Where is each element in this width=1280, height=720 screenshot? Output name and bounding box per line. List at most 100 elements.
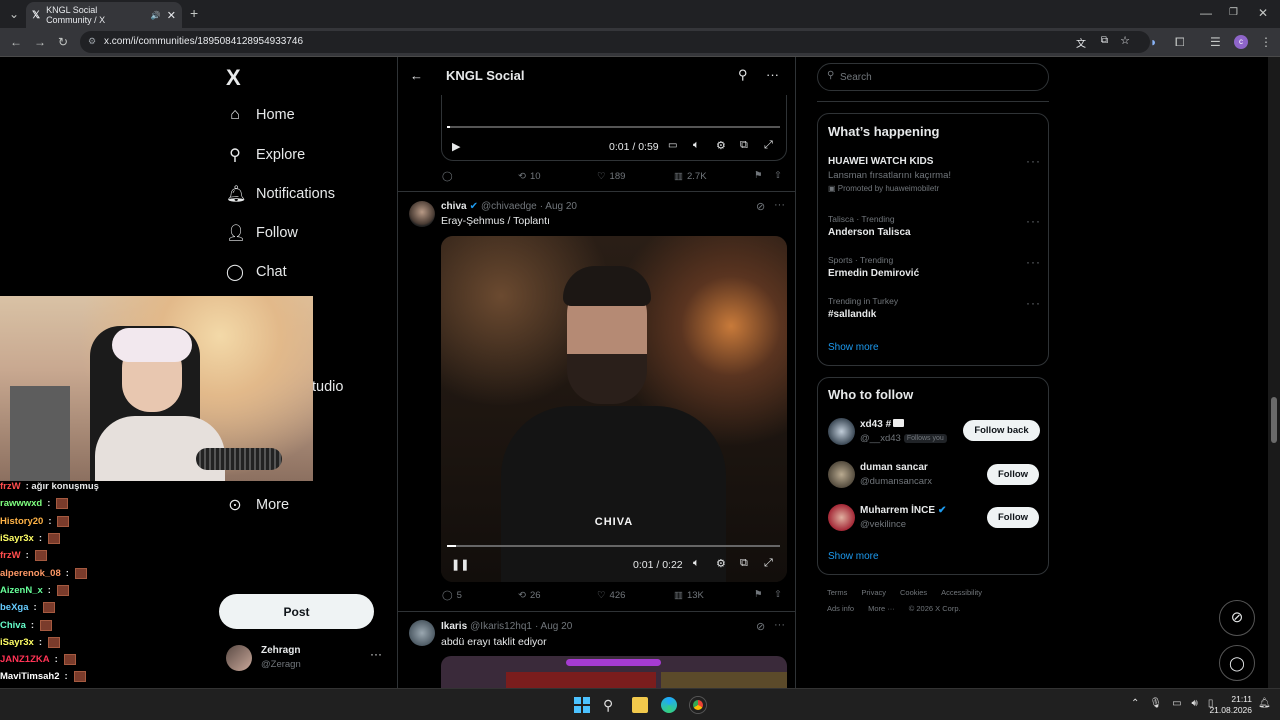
- nav-explore[interactable]: ⚲ Explore: [226, 145, 305, 165]
- tweet-author-handle[interactable]: @Ikaris12hq1: [470, 621, 532, 632]
- footer-link[interactable]: More ···: [868, 604, 895, 613]
- file-explorer-icon[interactable]: [632, 697, 648, 713]
- trend-item[interactable]: Talisca · Trending Anderson Talisca: [828, 214, 911, 238]
- nav-follow[interactable]: 👤︎ Follow: [226, 223, 298, 243]
- video-progress-track[interactable]: [447, 126, 780, 128]
- repost-button[interactable]: ⟲ 26: [518, 590, 541, 601]
- fullscreen-icon[interactable]: ⤢: [764, 557, 773, 570]
- play-icon[interactable]: ▶: [452, 140, 460, 153]
- more-icon[interactable]: ···: [1026, 154, 1041, 168]
- minimize-icon[interactable]: —: [1200, 7, 1212, 19]
- new-tab-button[interactable]: +: [190, 6, 198, 20]
- nav-notifications[interactable]: 🔔︎ Notifications: [226, 184, 335, 204]
- tab-close-icon[interactable]: ✕: [167, 9, 176, 22]
- start-icon[interactable]: [574, 697, 590, 713]
- suggestion-name[interactable]: duman sancar: [860, 462, 928, 473]
- tweet-date[interactable]: · Aug 20: [540, 201, 577, 212]
- volume-icon[interactable]: 🔊︎: [1192, 698, 1198, 709]
- pip-icon[interactable]: ⧉: [740, 139, 748, 152]
- grok-floating-button[interactable]: ⊘: [1219, 600, 1255, 636]
- chrome-menu-icon[interactable]: ⋮: [1260, 36, 1272, 48]
- bookmark-icon[interactable]: ⚑: [754, 170, 763, 181]
- messages-floating-button[interactable]: ◯: [1219, 645, 1255, 681]
- grok-icon[interactable]: ⊘: [756, 200, 765, 213]
- microphone-icon[interactable]: 🎙︎: [1149, 698, 1162, 709]
- bookmark-icon[interactable]: ⚑: [754, 589, 763, 600]
- footer-link[interactable]: Cookies: [900, 588, 927, 597]
- nav-studio-partial[interactable]: tudio: [312, 379, 343, 395]
- translate-icon[interactable]: 文: [1076, 35, 1086, 50]
- search-icon[interactable]: ⚲: [603, 697, 619, 713]
- nav-more[interactable]: ⊙ More: [226, 495, 289, 515]
- extension-icon[interactable]: ◗: [1150, 36, 1157, 48]
- tweet[interactable]: Ikaris @Ikaris12hq1 · Aug 20 ⊘ ··· abdü …: [398, 612, 795, 688]
- more-icon[interactable]: ···: [1026, 296, 1041, 310]
- reply-button[interactable]: ◯: [442, 171, 457, 182]
- repost-button[interactable]: ⟲ 10: [518, 171, 541, 182]
- tweet-author-name[interactable]: chiva: [441, 201, 467, 212]
- chevron-up-icon[interactable]: ⌃: [1131, 698, 1139, 709]
- profile-avatar[interactable]: c: [1234, 35, 1248, 49]
- like-button[interactable]: ♡ 189: [597, 171, 625, 182]
- follow-back-button[interactable]: Follow back: [963, 420, 1040, 441]
- captions-icon[interactable]: ▭: [668, 140, 677, 151]
- scrollbar-thumb[interactable]: [1271, 397, 1277, 443]
- video-progress-track[interactable]: [447, 545, 780, 547]
- avatar[interactable]: [409, 620, 435, 646]
- follow-button[interactable]: Follow: [987, 507, 1039, 528]
- fullscreen-icon[interactable]: ⤢: [764, 139, 773, 152]
- nav-home[interactable]: ⌂ Home: [226, 106, 295, 124]
- views-button[interactable]: ▥ 13K: [674, 590, 704, 601]
- more-icon[interactable]: ···: [774, 619, 785, 631]
- settings-icon[interactable]: ⚙: [716, 557, 726, 570]
- account-switcher[interactable]: Zehragn @Zeragn ···: [226, 643, 396, 673]
- pause-icon[interactable]: ❚❚: [451, 558, 469, 571]
- volume-icon[interactable]: 🔈︎: [693, 139, 700, 152]
- video-player[interactable]: CHIVA ❚❚ 0:01 / 0:22 🔈︎ ⚙ ⧉ ⤢: [441, 236, 787, 582]
- url-input[interactable]: ⚙ x.com/i/communities/189508412895493374…: [80, 31, 1150, 53]
- more-icon[interactable]: ···: [774, 199, 785, 211]
- footer-link[interactable]: Ads info: [827, 604, 854, 613]
- clock[interactable]: 21:11 21.08.2026: [1206, 694, 1252, 716]
- nav-chat[interactable]: ◯ Chat: [226, 262, 287, 282]
- notification-bell-icon[interactable]: 🔔︎: [1258, 698, 1271, 709]
- bookmark-star-icon[interactable]: ☆: [1120, 34, 1130, 47]
- tweet-media[interactable]: [441, 656, 787, 688]
- tab-search-icon[interactable]: ⌄: [9, 8, 19, 20]
- search-input[interactable]: ⚲ Search: [817, 63, 1049, 91]
- share-icon[interactable]: ⇧: [774, 170, 782, 181]
- grok-icon[interactable]: ⊘: [756, 620, 765, 633]
- like-button[interactable]: ♡ 426: [597, 590, 625, 601]
- trend-item[interactable]: Sports · Trending Ermedin Demirović: [828, 255, 919, 279]
- avatar[interactable]: [409, 201, 435, 227]
- search-icon[interactable]: ⚲: [738, 67, 748, 83]
- chrome-icon[interactable]: [690, 697, 706, 713]
- post-button[interactable]: Post: [219, 594, 374, 629]
- trend-item[interactable]: HUAWEI WATCH KIDS Lansman fırsatlarını k…: [828, 156, 1040, 193]
- system-tray[interactable]: ⌃ 🎙︎ ▭ 🔊︎ ▯: [1131, 698, 1213, 709]
- browser-tab[interactable]: 𝕏 KNGL Social Community / X 🔊 ✕: [26, 2, 182, 28]
- reply-button[interactable]: ◯ 5: [442, 590, 462, 601]
- trend-item[interactable]: Trending in Turkey #sallandık: [828, 296, 898, 320]
- site-info-icon[interactable]: ⚙: [88, 36, 96, 47]
- footer-link[interactable]: Privacy: [861, 588, 886, 597]
- back-arrow-icon[interactable]: ←: [410, 68, 423, 83]
- network-icon[interactable]: ▭: [1172, 698, 1181, 709]
- avatar[interactable]: [828, 504, 855, 531]
- more-icon[interactable]: ···: [766, 67, 779, 82]
- footer-link[interactable]: Accessibility: [941, 588, 982, 597]
- account-more-icon[interactable]: ···: [370, 647, 382, 661]
- tweet-author-handle[interactable]: @chivaedge: [481, 201, 537, 212]
- suggestion-name-row[interactable]: Muharrem İNCE ✔: [860, 505, 946, 516]
- install-icon[interactable]: ⧉: [1101, 35, 1108, 46]
- maximize-icon[interactable]: ❐: [1229, 7, 1238, 19]
- forward-icon[interactable]: →: [34, 36, 46, 48]
- settings-icon[interactable]: ⚙: [716, 139, 726, 152]
- window-close-icon[interactable]: ✕: [1258, 7, 1268, 19]
- show-more-link[interactable]: Show more: [828, 551, 879, 562]
- reload-icon[interactable]: ↻: [58, 36, 68, 48]
- tweet-author-name[interactable]: Ikaris: [441, 621, 467, 632]
- more-icon[interactable]: ···: [1026, 255, 1041, 269]
- share-icon[interactable]: ⇧: [774, 589, 782, 600]
- volume-icon[interactable]: 🔈︎: [693, 557, 700, 570]
